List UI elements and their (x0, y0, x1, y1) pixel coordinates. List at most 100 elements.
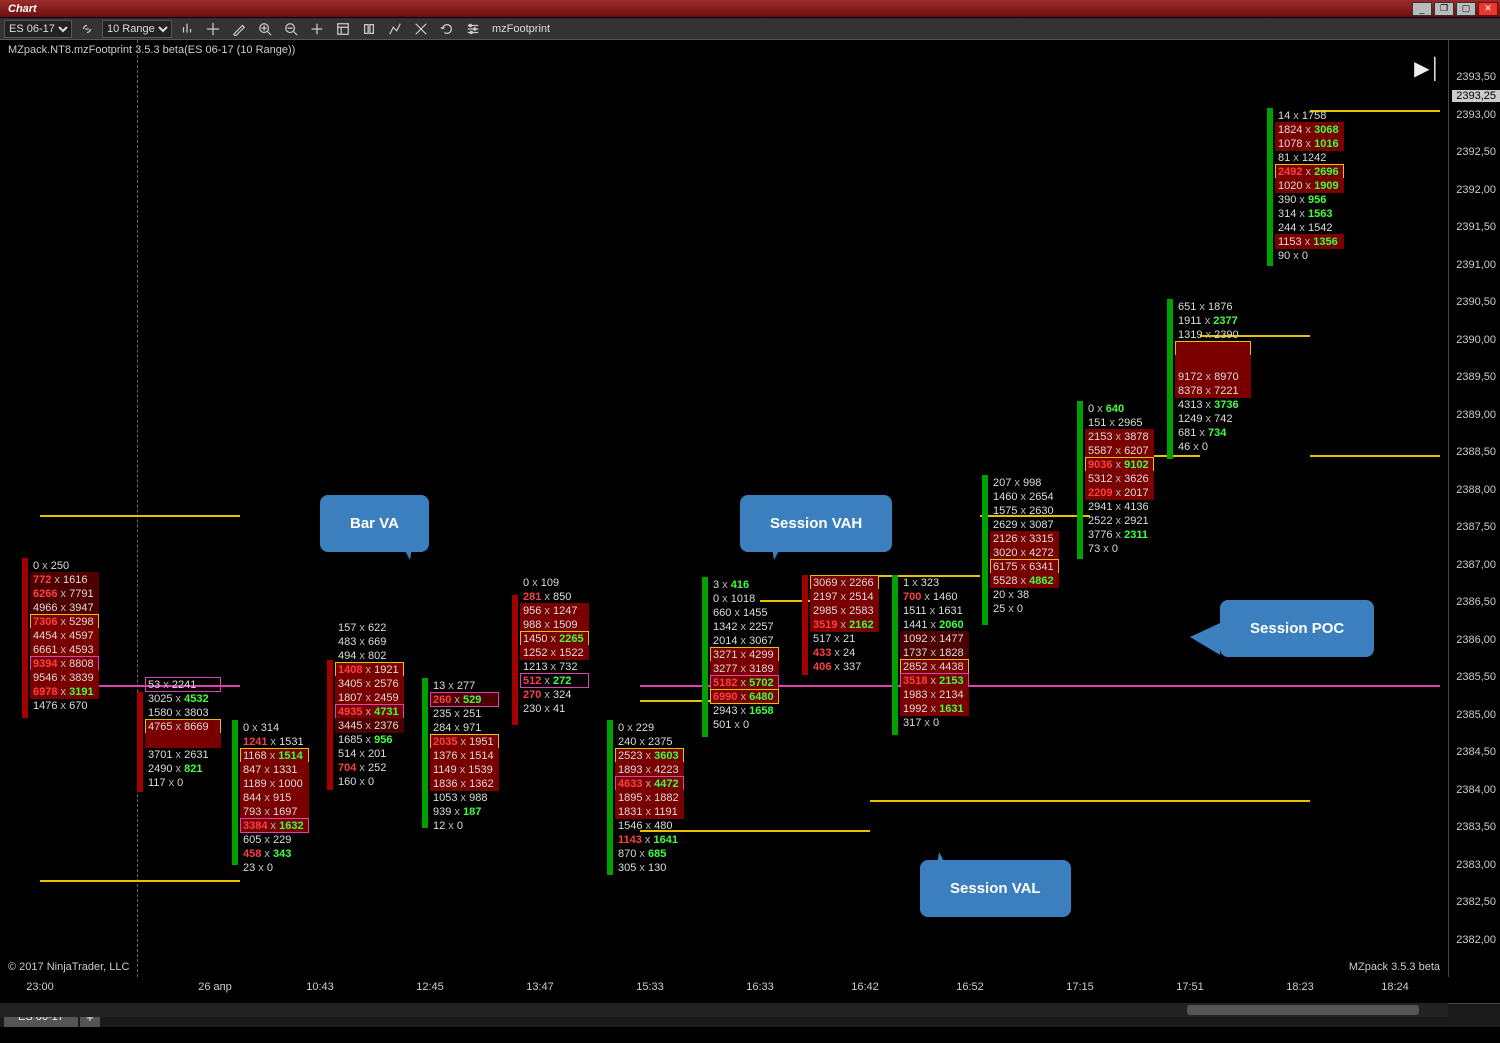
footprint-row: 260 x 529 (430, 692, 499, 707)
footprint-row: 270 x 324 (520, 687, 589, 702)
footprint-row: 1685 x 956 (335, 732, 404, 747)
chart-trader-icon[interactable] (358, 20, 380, 38)
restore-button[interactable]: ▢ (1456, 2, 1476, 16)
footprint-row: 2522 x 2921 (1085, 513, 1154, 528)
hide-panel-icon[interactable] (410, 20, 432, 38)
footprint-row: 4935 x 4731 (335, 704, 404, 719)
y-tick: 2386,50 (1456, 596, 1496, 608)
data-box-icon[interactable] (332, 20, 354, 38)
vah-line (130, 515, 240, 517)
x-tick: 12:45 (416, 981, 444, 993)
instrument-select[interactable]: ES 06-17 (4, 20, 72, 38)
x-tick: 17:51 (1176, 981, 1204, 993)
footprint-col: 0 x 640151 x 29652153 x 38785587 x 62079… (1085, 401, 1154, 555)
chart-area[interactable]: MZpack.NT8.mzFootprint 3.5.3 beta(ES 06-… (0, 40, 1500, 1003)
zoom-out-icon[interactable] (280, 20, 302, 38)
footprint-row: 3776 x 2311 (1085, 527, 1154, 542)
y-tick: 2392,00 (1456, 184, 1496, 196)
footprint-row: 1911 x 2377 (1175, 313, 1251, 328)
footprint-row: 681 x 734 (1175, 425, 1251, 440)
bar-wick (137, 692, 143, 792)
footprint-row: 8378 x 7221 (1175, 383, 1251, 398)
add-icon[interactable] (306, 20, 328, 38)
footprint-row: 53 x 2241 (145, 677, 221, 692)
chart-canvas[interactable]: MZpack.NT8.mzFootprint 3.5.3 beta(ES 06-… (0, 40, 1448, 977)
bar-wick (802, 575, 808, 675)
footprint-row: 7306 x 5298 (30, 614, 99, 629)
footprint-row: 2209 x 2017 (1085, 485, 1154, 500)
y-tick: 2389,50 (1456, 371, 1496, 383)
footprint-row: 1241 x 1531 (240, 734, 309, 749)
y-tick: 2387,50 (1456, 521, 1496, 533)
maximize-button[interactable]: ❐ (1434, 2, 1454, 16)
footprint-row: 160 x 0 (335, 774, 404, 789)
footprint-row: 390 x 956 (1275, 192, 1344, 207)
x-axis[interactable]: 23:0026 апр10:4312:4513:4715:3316:3316:4… (0, 977, 1448, 1003)
footprint-row: 1450 x 2265 (520, 631, 589, 646)
go-to-last-bar-icon[interactable]: ▶│ (1414, 56, 1442, 81)
footprint-row: 2941 x 4136 (1085, 499, 1154, 514)
footprint-row: 0 x 1018 (710, 591, 779, 606)
footprint-row: 514 x 201 (335, 746, 404, 761)
y-tick: 2385,00 (1456, 709, 1496, 721)
y-tick: 2390,00 (1456, 334, 1496, 346)
val-line (1200, 800, 1310, 802)
footprint-row: 9036 x 9102 (1085, 457, 1154, 472)
y-tick: 2390,50 (1456, 296, 1496, 308)
footprint-col: 0 x 229240 x 23752523 x 36031893 x 42234… (615, 720, 684, 874)
x-tick: 18:24 (1381, 981, 1409, 993)
val-line (130, 880, 240, 882)
footprint-row: 1092 x 1477 (900, 631, 969, 646)
footprint-row: 3271 x 4299 (710, 647, 779, 662)
footprint-col: 3069 x 22662197 x 25142985 x 25833519 x … (810, 575, 879, 673)
chart-scrollbar[interactable] (0, 1003, 1448, 1017)
crosshair-icon[interactable] (202, 20, 224, 38)
footprint-row: 235 x 251 (430, 706, 499, 721)
callout-bar-va: Bar VA (320, 495, 429, 552)
footprint-row: 9172 x 8970 (1175, 369, 1251, 384)
bar-wick (512, 595, 518, 725)
bar-wick (232, 720, 238, 865)
y-tick: 2392,50 (1456, 146, 1496, 158)
x-tick: 13:47 (526, 981, 554, 993)
close-button[interactable]: ✕ (1478, 2, 1498, 16)
properties-icon[interactable] (462, 20, 484, 38)
reload-icon[interactable] (436, 20, 458, 38)
footprint-row: 2197 x 2514 (810, 589, 879, 604)
bar-wick (702, 577, 708, 737)
instrument-link-icon[interactable] (76, 20, 98, 38)
session-divider (137, 40, 138, 977)
x-tick: 10:43 (306, 981, 334, 993)
chart-style-icon[interactable] (176, 20, 198, 38)
scrollbar-thumb[interactable] (1187, 1005, 1419, 1015)
window-title: Chart (0, 3, 45, 15)
y-tick: 2393,25 (1452, 90, 1500, 102)
val-line (980, 800, 1090, 802)
footprint-row: 284 x 971 (430, 720, 499, 735)
footprint-row: 3405 x 2576 (335, 676, 404, 691)
draw-icon[interactable] (228, 20, 250, 38)
strategies-icon[interactable] (384, 20, 406, 38)
footprint-row: 6990 x 6480 (710, 689, 779, 704)
zoom-in-icon[interactable] (254, 20, 276, 38)
periodicity-select[interactable]: 10 Range (102, 20, 172, 38)
y-axis[interactable]: 2393,502393,252393,002392,502392,002391,… (1448, 40, 1500, 977)
indicator-info: MZpack.NT8.mzFootprint 3.5.3 beta(ES 06-… (8, 44, 295, 56)
minimize-button[interactable]: _ (1412, 2, 1432, 16)
x-tick: 16:52 (956, 981, 984, 993)
x-tick: 23:00 (26, 981, 54, 993)
bar-wick (1267, 108, 1273, 266)
footprint-row: 3 x 416 (710, 577, 779, 592)
footprint-col: 13 x 277260 x 529235 x 251284 x 9712035 … (430, 678, 499, 832)
footprint-row: 151 x 2965 (1085, 415, 1154, 430)
footprint-row (1175, 355, 1251, 370)
footprint-row: 4313 x 3736 (1175, 397, 1251, 412)
footprint-row: 870 x 685 (615, 846, 684, 861)
footprint-row: 5312 x 3626 (1085, 471, 1154, 486)
footprint-row: 1893 x 4223 (615, 762, 684, 777)
footprint-row: 1213 x 732 (520, 659, 589, 674)
x-tick: 17:15 (1066, 981, 1094, 993)
footprint-row: 0 x 250 (30, 558, 99, 573)
footprint-col: 53 x 22413025 x 45321580 x 38034765 x 86… (145, 677, 221, 789)
bar-wick (892, 575, 898, 735)
